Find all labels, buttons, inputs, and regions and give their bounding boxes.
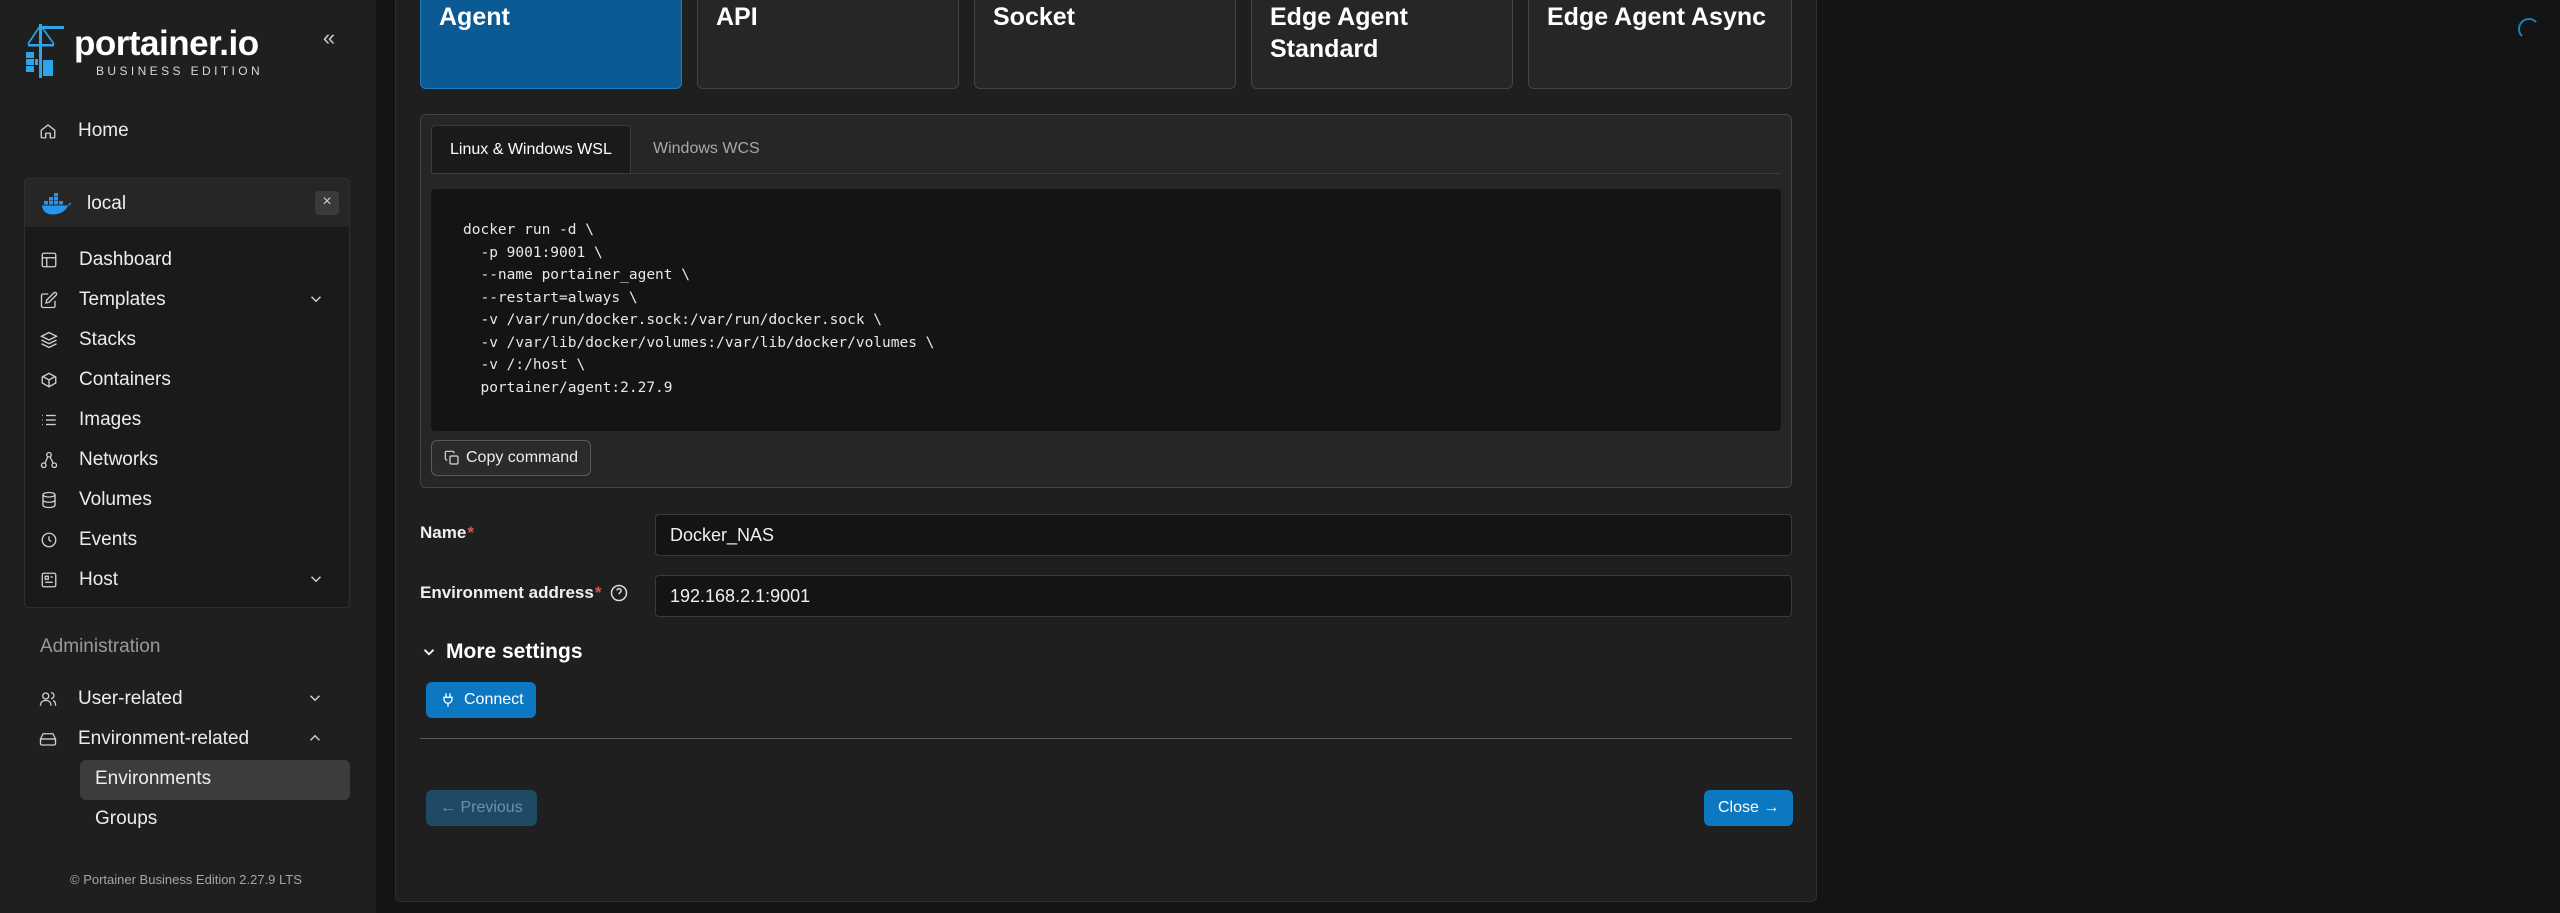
sidebar-item-label: Stacks <box>79 329 137 350</box>
sidebar-item-templates[interactable]: Templates <box>39 283 339 317</box>
copy-command-label: Copy command <box>466 449 579 466</box>
chevron-up-icon <box>306 729 326 749</box>
list-icon <box>39 410 59 430</box>
tab-divider <box>431 173 1781 174</box>
env-type-agent[interactable]: Agent <box>420 0 682 89</box>
docker-icon <box>42 193 71 215</box>
help-circle-icon[interactable] <box>609 583 629 603</box>
sidebar-item-containers[interactable]: Containers <box>39 363 339 397</box>
sidebar-item-host[interactable]: Host <box>39 563 339 597</box>
sidebar-item-stacks[interactable]: Stacks <box>39 323 339 357</box>
box-icon <box>39 370 59 390</box>
env-type-label: Edge Agent Async <box>1547 3 1767 31</box>
database-icon <box>39 490 59 510</box>
name-label: Name * <box>420 523 474 543</box>
sidebar-item-environment-related[interactable]: Environment-related <box>38 722 338 756</box>
environment-section: local × Dashboard Templates Stacks Conta… <box>24 178 350 608</box>
env-type-label: API <box>716 3 758 31</box>
sidebar-item-label: Images <box>79 409 142 430</box>
tab-linux-windows-wsl[interactable]: Linux & Windows WSL <box>431 125 631 173</box>
host-icon <box>39 570 59 590</box>
copy-icon <box>444 450 459 465</box>
network-icon <box>39 450 59 470</box>
environment-wizard-card: Agent API Socket Edge Agent Standard Edg… <box>395 0 1817 902</box>
sidebar-item-home[interactable]: Home <box>38 114 338 148</box>
sidebar-item-volumes[interactable]: Volumes <box>39 483 339 517</box>
edit-icon <box>39 290 59 310</box>
clock-icon <box>39 530 59 550</box>
sidebar-item-label: Containers <box>79 369 171 390</box>
portainer-logo[interactable]: portainer.io BUSINESS EDITION <box>24 22 284 82</box>
name-label-text: Name <box>420 523 467 542</box>
plug-icon <box>443 693 453 707</box>
environment-address-input[interactable]: 192.168.2.1:9001 <box>655 575 1792 617</box>
name-input[interactable]: Docker_NAS <box>655 514 1792 556</box>
sidebar-item-label: User-related <box>78 688 183 709</box>
copy-command-button[interactable]: Copy command <box>431 440 592 476</box>
connect-label: Connect <box>464 691 524 708</box>
env-type-label: Agent <box>439 3 510 31</box>
sidebar-item-dashboard[interactable]: Dashboard <box>39 243 339 277</box>
clear-environment-button[interactable]: × <box>315 191 339 215</box>
collapse-sidebar-button[interactable]: « <box>316 26 342 52</box>
env-type-edge-agent-standard[interactable]: Edge Agent Standard <box>1251 0 1513 89</box>
environment-name: local <box>87 193 127 214</box>
env-type-edge-agent-async[interactable]: Edge Agent Async <box>1528 0 1792 89</box>
users-icon <box>38 689 58 709</box>
version-footer: © Portainer Business Edition 2.27.9 LTS <box>70 872 302 887</box>
sidebar-item-label: Networks <box>79 449 159 470</box>
sidebar-item-label: Home <box>78 120 129 141</box>
more-settings-label: More settings <box>446 640 583 663</box>
sidebar-item-label: Events <box>79 529 138 550</box>
sidebar: portainer.io BUSINESS EDITION « Home loc… <box>0 0 376 913</box>
chevron-down-icon <box>423 649 435 656</box>
sidebar-subitem-groups[interactable]: Groups <box>95 808 157 830</box>
env-type-label: Socket <box>993 3 1075 31</box>
chevron-down-icon <box>307 570 327 590</box>
logo-name: portainer.io <box>74 24 259 63</box>
hdd-icon <box>38 729 58 749</box>
portainer-crane-icon <box>26 24 64 78</box>
sidebar-item-networks[interactable]: Networks <box>39 443 339 477</box>
sidebar-item-user-related[interactable]: User-related <box>38 682 338 716</box>
sidebar-subitem-environments[interactable]: Environments <box>95 768 211 790</box>
more-settings-toggle[interactable]: More settings <box>420 640 583 664</box>
sidebar-item-images[interactable]: Images <box>39 403 339 437</box>
previous-button[interactable]: ← Previous <box>426 790 537 826</box>
deploy-command-panel: Linux & Windows WSL Windows WCS docker r… <box>420 114 1792 488</box>
env-type-api[interactable]: API <box>697 0 959 89</box>
address-label-text: Environment address <box>420 583 594 602</box>
dashboard-icon <box>39 250 59 270</box>
section-divider <box>420 738 1792 739</box>
sidebar-item-label: Volumes <box>79 489 152 510</box>
connect-button[interactable]: Connect <box>426 682 536 718</box>
env-type-socket[interactable]: Socket <box>974 0 1236 89</box>
layers-icon <box>39 330 59 350</box>
sidebar-item-events[interactable]: Events <box>39 523 339 557</box>
tab-windows-wcs[interactable]: Windows WCS <box>635 125 778 173</box>
environment-header: local × <box>25 179 349 227</box>
chevron-down-icon <box>306 689 326 709</box>
environment-address-label: Environment address * <box>420 583 629 603</box>
sidebar-item-label: Host <box>79 569 119 590</box>
deploy-command-code: docker run -d \ -p 9001:9001 \ --name po… <box>431 189 1781 431</box>
home-icon <box>38 121 58 141</box>
sidebar-item-label: Dashboard <box>79 249 172 270</box>
chevron-down-icon <box>307 290 327 310</box>
close-button[interactable]: Close → <box>1704 790 1794 826</box>
logo-edition: BUSINESS EDITION <box>96 64 264 78</box>
sidebar-item-label: Templates <box>79 289 166 310</box>
required-mark: * <box>594 583 602 602</box>
env-type-label: Edge Agent Standard <box>1270 3 1408 63</box>
required-mark: * <box>467 523 474 542</box>
loading-spinner-icon <box>2518 18 2540 40</box>
administration-heading: Administration <box>40 636 161 657</box>
sidebar-item-label: Environment-related <box>78 728 250 749</box>
